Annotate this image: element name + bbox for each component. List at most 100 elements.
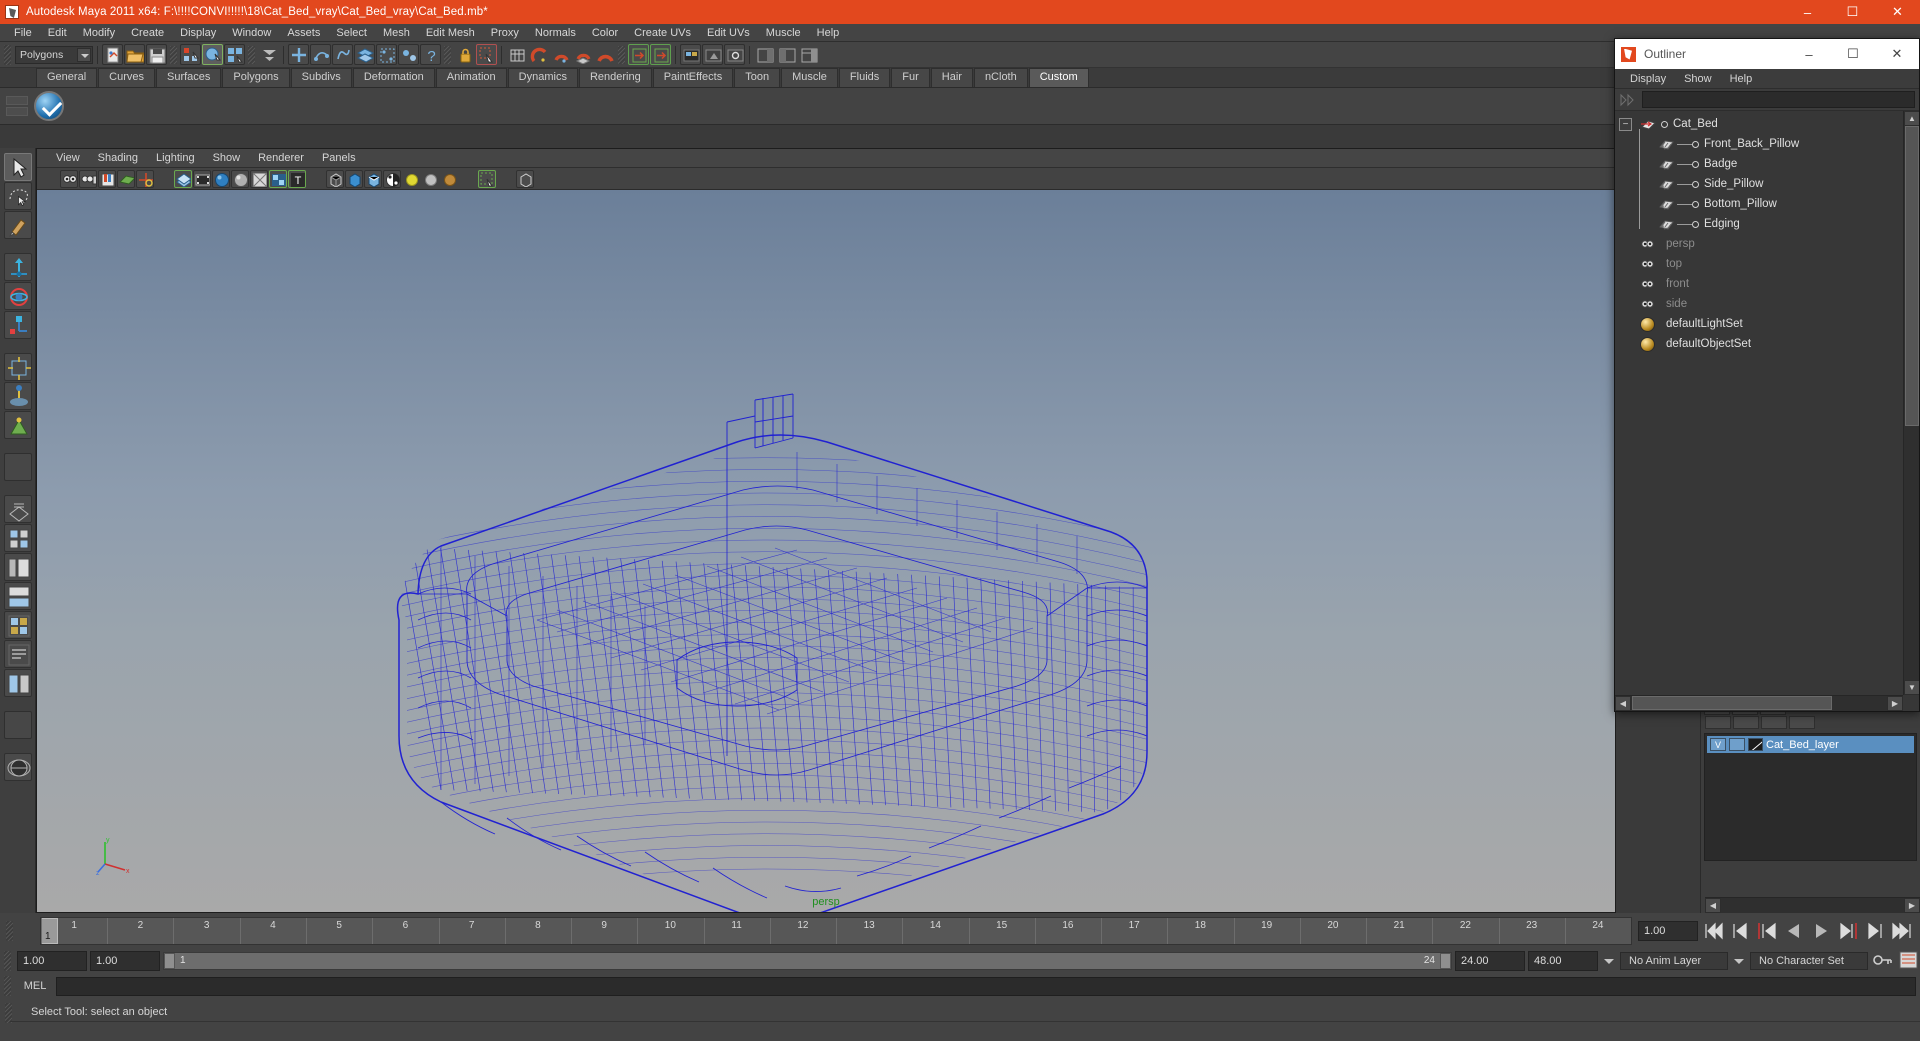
v-scroll-thumb[interactable]: [1905, 126, 1919, 426]
light-gray-icon[interactable]: [421, 170, 439, 188]
snap-to-point-icon[interactable]: [332, 44, 353, 65]
outliner-menu-help[interactable]: Help: [1721, 69, 1762, 89]
step-back-frame-button[interactable]: [1756, 920, 1779, 942]
shelf-tab-polygons[interactable]: Polygons: [222, 68, 290, 87]
quick-layout-four-view-icon[interactable]: [3, 524, 32, 552]
universal-manipulator-tool[interactable]: [3, 353, 32, 381]
time-cursor[interactable]: 1: [41, 918, 58, 944]
sidebar-attribute-editor-icon[interactable]: [754, 44, 775, 65]
viewport-3d-canvas[interactable]: y x z persp: [37, 190, 1615, 912]
outliner-minimize-button[interactable]: –: [1787, 39, 1831, 69]
magnet-curve-icon[interactable]: [528, 44, 549, 65]
outliner-menu-display[interactable]: Display: [1621, 69, 1675, 89]
outliner-search-input[interactable]: [1642, 91, 1915, 108]
quick-layout-persp-graph-icon[interactable]: [3, 582, 32, 610]
paint-effects-globe-icon[interactable]: [3, 753, 32, 781]
outliner-v-scrollbar[interactable]: ▲ ▼: [1903, 111, 1919, 695]
play-forwards-button[interactable]: [1810, 920, 1833, 942]
save-scene-icon[interactable]: [146, 44, 167, 65]
viewport-grip-2[interactable]: [155, 170, 173, 188]
shade-options-icon[interactable]: [231, 169, 249, 188]
viewport-menu-renderer[interactable]: Renderer: [249, 149, 313, 168]
image-plane-icon[interactable]: [117, 169, 135, 188]
menu-help[interactable]: Help: [809, 24, 848, 42]
isolate-select-icon[interactable]: [478, 169, 496, 188]
menu-mesh[interactable]: Mesh: [375, 24, 418, 42]
snap-to-curve-icon[interactable]: [310, 44, 331, 65]
outliner-maximize-button[interactable]: ☐: [1831, 39, 1875, 69]
character-set-chevron-icon[interactable]: [1731, 952, 1747, 970]
quick-layout-two-pane-icon[interactable]: [3, 669, 32, 697]
menu-edit-mesh[interactable]: Edit Mesh: [418, 24, 483, 42]
camera-attributes-icon[interactable]: [79, 169, 97, 188]
auto-key-icon[interactable]: [1871, 950, 1894, 972]
layer-h-scrollbar[interactable]: ◀ ▶: [1705, 897, 1920, 913]
select-by-object-icon[interactable]: [202, 44, 223, 65]
menu-window[interactable]: Window: [224, 24, 279, 42]
smooth-shade-all-icon[interactable]: [212, 169, 230, 188]
select-camera-icon[interactable]: [60, 169, 78, 188]
menu-create-uvs[interactable]: Create UVs: [626, 24, 699, 42]
move-layer-down-icon[interactable]: [1789, 716, 1815, 729]
toolbar-grip-2[interactable]: [170, 45, 177, 64]
texture-display-icon[interactable]: [269, 169, 287, 188]
display-layer-list[interactable]: V Cat_Bed_layer: [1704, 733, 1917, 861]
outliner-item-persp[interactable]: persp: [1615, 234, 1903, 254]
anim-layer-chevron-icon[interactable]: [1601, 952, 1617, 970]
range-start-field[interactable]: 1.00: [17, 951, 87, 971]
film-gate-icon[interactable]: [193, 169, 211, 188]
menu-edit-uvs[interactable]: Edit UVs: [699, 24, 758, 42]
bookmarks-icon[interactable]: [98, 169, 116, 188]
layer-scroll-left-button[interactable]: ◀: [1705, 898, 1721, 913]
quick-layout-hypershade-icon[interactable]: [3, 611, 32, 639]
use-default-lighting-icon[interactable]: T: [288, 169, 306, 188]
shelf-tab-subdivs[interactable]: Subdivs: [290, 68, 352, 87]
scroll-up-button[interactable]: ▲: [1904, 111, 1919, 126]
open-render-view-icon[interactable]: [650, 44, 671, 65]
magnet-plane-icon[interactable]: [572, 44, 593, 65]
shelf-tab-rendering[interactable]: Rendering: [578, 68, 652, 87]
quick-layout-persp-outliner-icon[interactable]: [3, 553, 32, 581]
menu-muscle[interactable]: Muscle: [758, 24, 809, 42]
select-input-icon[interactable]: [476, 44, 497, 65]
move-layer-up-icon[interactable]: [1761, 716, 1787, 729]
help-icon[interactable]: ?: [420, 44, 441, 65]
shelf-tab-deformation[interactable]: Deformation: [352, 68, 435, 87]
step-forward-key-button[interactable]: [1864, 920, 1887, 942]
range-end-field[interactable]: 48.00: [1528, 951, 1598, 971]
lock-icon[interactable]: [454, 44, 475, 65]
outliner-item-top[interactable]: top: [1615, 254, 1903, 274]
animation-preferences-icon[interactable]: [1897, 950, 1920, 972]
menu-assets[interactable]: Assets: [279, 24, 328, 42]
toolbox-spare-slot[interactable]: [3, 711, 32, 739]
step-back-key-button[interactable]: [1729, 920, 1752, 942]
shelf-tab-painteffects[interactable]: PaintEffects: [652, 68, 734, 87]
command-language-label[interactable]: MEL: [19, 980, 51, 992]
menu-display[interactable]: Display: [172, 24, 224, 42]
viewport-grip-4[interactable]: [459, 170, 477, 188]
play-backwards-button[interactable]: [1783, 920, 1806, 942]
expand-collapse-toggle[interactable]: −: [1619, 117, 1632, 131]
current-time-field[interactable]: 1.00: [1638, 921, 1698, 941]
magnet-view-icon[interactable]: [594, 44, 615, 65]
layer-playback-toggle[interactable]: [1729, 738, 1745, 751]
menu-proxy[interactable]: Proxy: [483, 24, 527, 42]
light-brown-icon[interactable]: [440, 170, 458, 188]
range-start-handle[interactable]: [164, 953, 175, 969]
paint-select-tool[interactable]: [3, 211, 32, 239]
move-tool[interactable]: [3, 253, 32, 281]
outliner-item-side_pillow[interactable]: Side_Pillow: [1615, 174, 1903, 194]
new-layer-from-selected-icon[interactable]: [1733, 716, 1759, 729]
two-d-pan-zoom-icon[interactable]: [136, 169, 154, 188]
snap-to-view-plane-icon[interactable]: [376, 44, 397, 65]
bounding-box-display-icon[interactable]: [516, 169, 534, 188]
menu-select[interactable]: Select: [328, 24, 375, 42]
outliner-item-side[interactable]: side: [1615, 294, 1903, 314]
layer-scroll-right-button[interactable]: ▶: [1904, 898, 1920, 913]
scroll-left-button[interactable]: ◀: [1615, 696, 1631, 711]
menu-modify[interactable]: Modify: [75, 24, 123, 42]
command-line-grip[interactable]: [4, 976, 11, 996]
menu-color[interactable]: Color: [584, 24, 626, 42]
scroll-down-button[interactable]: ▼: [1904, 680, 1919, 695]
ipr-render-icon[interactable]: [702, 44, 723, 65]
